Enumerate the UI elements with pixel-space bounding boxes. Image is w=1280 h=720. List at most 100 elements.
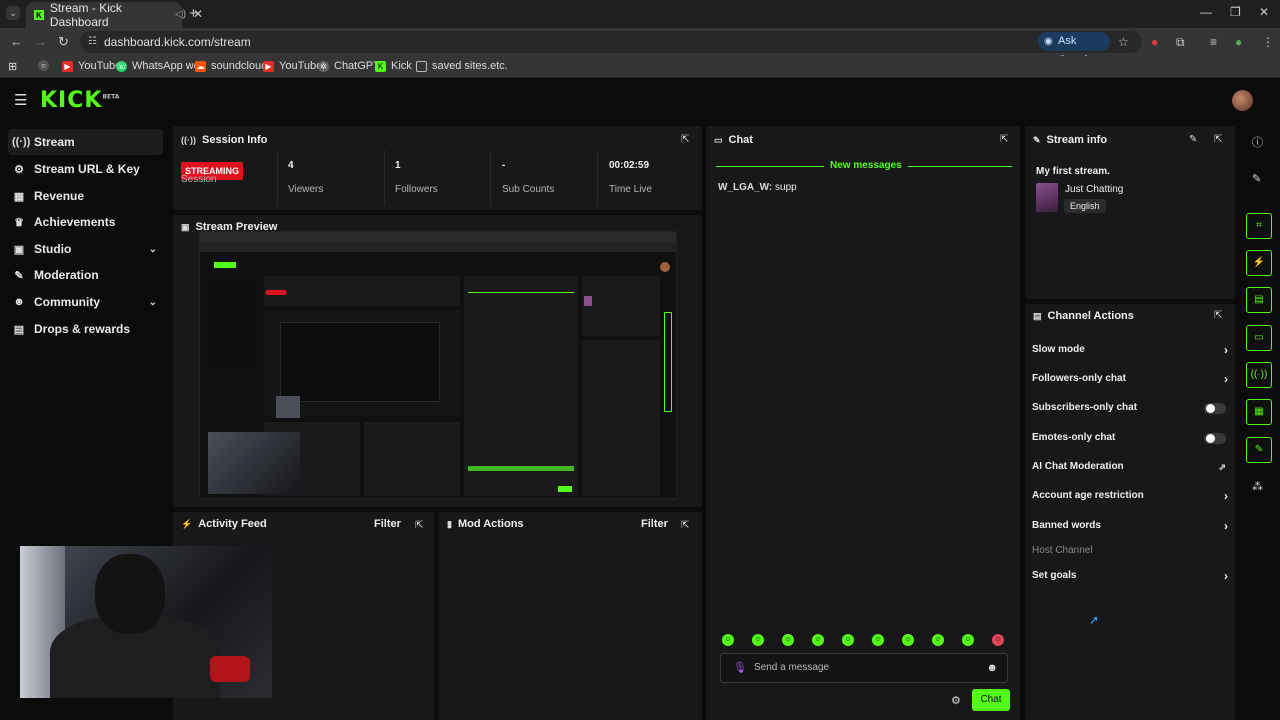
- bolt-button[interactable]: ⚡: [1246, 250, 1272, 276]
- profile-icon[interactable]: ●: [1235, 35, 1242, 49]
- popout-icon[interactable]: ⇱: [1214, 310, 1222, 321]
- emote-icon[interactable]: ☺: [902, 634, 914, 646]
- popout-icon[interactable]: ⇱: [1000, 134, 1008, 145]
- sidebar-item-moderation[interactable]: ✎ Moderation: [8, 262, 163, 288]
- panel-title-text: Stream info: [1046, 134, 1108, 146]
- chatgpt-icon: ✲: [318, 60, 329, 72]
- new-messages-label[interactable]: New messages: [824, 160, 908, 171]
- sidebar-item-label: Achievements: [34, 215, 116, 229]
- ai-moderation-row[interactable]: AI Chat Moderation ⇗: [1032, 457, 1228, 477]
- account-age-row[interactable]: Account age restriction ›: [1032, 486, 1228, 506]
- red-object: [210, 656, 250, 682]
- browser-menu-icon[interactable]: ⋮: [1262, 35, 1274, 49]
- back-icon[interactable]: ←: [10, 34, 23, 49]
- chat-button[interactable]: ▭: [1246, 325, 1272, 351]
- reload-icon[interactable]: ↻: [58, 34, 69, 50]
- user-avatar[interactable]: [1232, 90, 1253, 111]
- layout-button[interactable]: ▦: [1246, 399, 1272, 425]
- maximize-icon[interactable]: ❐: [1230, 5, 1241, 19]
- popout-icon[interactable]: ⇱: [681, 520, 689, 531]
- bookmark-star-icon[interactable]: ☆: [1118, 35, 1129, 49]
- bookmark-chatgpt[interactable]: ✲ ChatGPT: [318, 60, 380, 72]
- microphone-icon[interactable]: 🎙: [733, 654, 747, 682]
- adblock-icon[interactable]: ●: [1151, 35, 1158, 49]
- banned-words-row[interactable]: Banned words ›: [1032, 516, 1228, 536]
- browser-tab-bar: ⌄ K Stream - Kick Dashboard ◁) ✕ + — ❐ ✕: [0, 0, 1280, 29]
- more-icon[interactable]: ⁂: [1252, 480, 1263, 493]
- emote-icon[interactable]: ☺: [722, 634, 734, 646]
- emote-icon[interactable]: ☺: [842, 634, 854, 646]
- tab-title: Stream - Kick Dashboard: [49, 1, 122, 29]
- popout-icon[interactable]: ⇱: [1214, 134, 1222, 145]
- chat-username[interactable]: W_LGA_W:: [718, 182, 772, 193]
- bookmark-youtube-2[interactable]: ▶ YouTube: [263, 60, 322, 72]
- extensions-icon[interactable]: ⧉: [1176, 35, 1185, 50]
- poll-button[interactable]: ▤: [1246, 287, 1272, 313]
- chat-settings-icon[interactable]: ⚙: [951, 694, 961, 707]
- stream-category[interactable]: Just Chatting: [1065, 184, 1123, 195]
- tab-search-icon[interactable]: ⌄: [6, 6, 20, 20]
- ask-google-button[interactable]: ◉ Ask Google: [1038, 32, 1110, 66]
- bolt-icon: ⚡: [181, 518, 193, 529]
- stream-preview-panel: ▣ Stream Preview: [173, 215, 702, 507]
- sidebar-item-stream[interactable]: ((·)) Stream: [8, 129, 163, 155]
- emote-icon[interactable]: ☺: [962, 634, 974, 646]
- url-field[interactable]: ☷ dashboard.kick.com/stream: [80, 31, 1142, 53]
- set-goals-row[interactable]: Set goals ›: [1032, 566, 1228, 586]
- minimize-icon[interactable]: —: [1200, 5, 1212, 19]
- followers-only-row[interactable]: Followers-only chat ›: [1032, 369, 1228, 389]
- media-icon[interactable]: ≡: [1210, 35, 1217, 49]
- browser-tab[interactable]: K Stream - Kick Dashboard ◁) ✕: [26, 1, 203, 29]
- channel-actions-panel: ▤ Channel Actions ⇱ Slow mode › Followers-…: [1025, 304, 1235, 720]
- preview-icon: ▣: [181, 221, 190, 232]
- pencil-icon[interactable]: ✎: [1252, 172, 1261, 185]
- mod-filter-button[interactable]: Filter: [641, 518, 668, 530]
- revenue-icon: ▦: [13, 190, 25, 203]
- emote-icon[interactable]: ☺: [812, 634, 824, 646]
- info-icon[interactable]: ⓘ: [1252, 134, 1263, 150]
- edit-icon[interactable]: ✎: [1189, 134, 1197, 145]
- subscribers-only-toggle[interactable]: [1204, 403, 1226, 414]
- stream-preview-video[interactable]: [199, 231, 677, 499]
- window-close-icon[interactable]: ✕: [1259, 5, 1269, 19]
- send-chat-button[interactable]: Chat: [972, 689, 1010, 711]
- sidebar-item-label: Revenue: [34, 189, 85, 203]
- sidebar-item-revenue[interactable]: ▦ Revenue: [8, 183, 163, 209]
- activity-filter-button[interactable]: Filter: [374, 518, 401, 530]
- bookmark-whatsapp[interactable]: ☏ WhatsApp web: [116, 60, 206, 72]
- menu-icon[interactable]: ☰: [14, 91, 27, 109]
- emoji-picker-icon[interactable]: ☻: [986, 654, 998, 682]
- bookmark-folder[interactable]: saved sites.etc.: [416, 60, 508, 72]
- broadcast-button[interactable]: ((·)): [1246, 362, 1272, 388]
- emote-icon[interactable]: ☺: [932, 634, 944, 646]
- preview-mod-panel: [364, 422, 460, 496]
- bookmark-globe[interactable]: ○: [38, 60, 54, 71]
- bookmark-youtube-1[interactable]: ▶ YouTube: [62, 60, 121, 72]
- popout-icon[interactable]: ⇱: [415, 520, 423, 531]
- site-info-icon[interactable]: ☷: [88, 31, 97, 53]
- wrench-button[interactable]: ✎: [1246, 437, 1272, 463]
- bookmark-kick[interactable]: K Kick: [375, 60, 412, 72]
- kick-icon: K: [375, 60, 386, 72]
- emote-icon[interactable]: ☺: [752, 634, 764, 646]
- sidebar-item-community[interactable]: ☻ Community ⌄: [8, 289, 163, 315]
- forward-icon[interactable]: →: [34, 34, 47, 49]
- sidebar-item-stream-url-key[interactable]: ⚙ Stream URL & Key: [8, 156, 163, 182]
- sidebar-item-achievements[interactable]: ♛ Achievements: [8, 209, 163, 235]
- slow-mode-row[interactable]: Slow mode ›: [1032, 340, 1228, 360]
- popout-icon[interactable]: ⇱: [681, 134, 689, 145]
- emote-icon[interactable]: ☺: [872, 634, 884, 646]
- sidebar-item-drops-rewards[interactable]: ▤ Drops & rewards: [8, 316, 163, 342]
- apps-icon[interactable]: ⊞: [8, 60, 17, 73]
- emote-icon[interactable]: ☺: [782, 634, 794, 646]
- emotes-only-toggle[interactable]: [1204, 433, 1226, 444]
- new-tab-icon[interactable]: +: [189, 5, 198, 22]
- sidebar-item-studio[interactable]: ▣ Studio ⌄: [8, 236, 163, 262]
- chat-message-input[interactable]: 🎙 Send a message ☻: [720, 653, 1008, 683]
- clip-button[interactable]: ⌗: [1246, 213, 1272, 239]
- kick-logo[interactable]: KICKBETA: [40, 88, 119, 113]
- emote-icon[interactable]: ☺: [992, 634, 1004, 646]
- stat-divider: [384, 150, 385, 206]
- bookmark-soundcloud[interactable]: ☁ soundcloud: [195, 60, 267, 72]
- speaker-icon[interactable]: ◁): [175, 9, 186, 20]
